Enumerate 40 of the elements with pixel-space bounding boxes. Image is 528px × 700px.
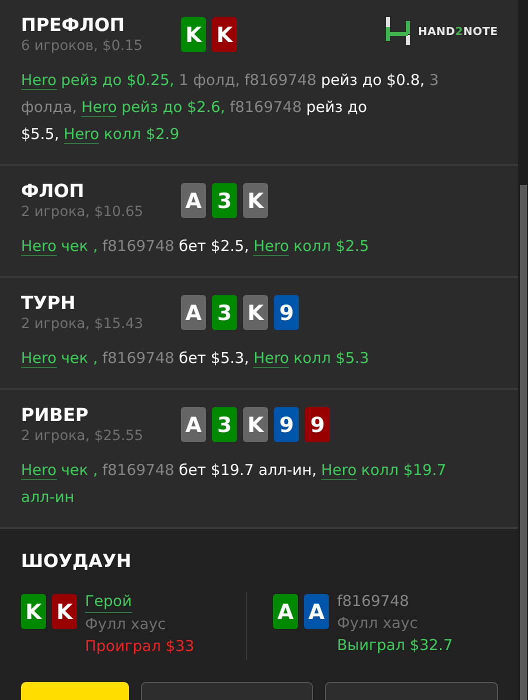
logo-icon: [386, 17, 410, 45]
result-text: Проиграл $33: [85, 636, 194, 657]
playing-card: A: [304, 594, 329, 629]
pot-info: 6 игроков, $0.15: [21, 37, 144, 55]
playing-card: A: [181, 295, 206, 330]
action-log: Hero рейз до $0.25, 1 фолд, f8169748 рейз до $0.8, 3 фолда, Hero рейз до $2.6, f8169748 рейз до $5.5, Hero колл $2.9: [21, 70, 440, 146]
playing-card: K: [243, 407, 268, 442]
playing-card: 9: [274, 295, 299, 330]
street-title: РИВЕР: [21, 405, 90, 427]
street-title: ТУРН: [21, 293, 76, 315]
logo-text: HAND2NOTE: [418, 24, 498, 38]
playing-card: K: [52, 594, 77, 629]
playing-card: K: [243, 295, 268, 330]
result-text: Выиграл $32.7: [336, 635, 453, 656]
action-log: Hero чек , f8169748 бет $5.3, Hero колл $5.3: [21, 348, 370, 370]
playing-card: A: [181, 407, 206, 442]
scrollbar-thumb[interactable]: [520, 185, 527, 700]
player-name[interactable]: Герой: [85, 590, 132, 613]
playing-card: 3: [212, 407, 237, 442]
playing-card: 9: [274, 407, 299, 442]
playing-card: K: [181, 17, 206, 52]
playing-card: 3: [212, 295, 237, 330]
pot-info: 2 игрока, $15.43: [21, 315, 144, 333]
playing-card: K: [21, 594, 46, 629]
hand-rank: Фулл хаус: [85, 614, 167, 635]
playing-card: K: [212, 17, 237, 52]
showdown-title: ШОУДАУН: [21, 551, 132, 572]
playing-card: 3: [212, 183, 237, 218]
pot-info: 2 игрока, $10.65: [21, 203, 144, 221]
playing-card: A: [272, 594, 298, 629]
player-name: f8169748: [336, 591, 410, 612]
playing-card: 9: [305, 407, 330, 442]
hand-rank: Фулл хаус: [336, 613, 419, 634]
playing-card: K: [243, 183, 268, 218]
action-log: Hero чек , f8169748 бет $2.5, Hero колл $2.5: [21, 236, 370, 258]
pot-info: 2 игрока, $25.55: [21, 427, 144, 445]
action-log: Hero чек , f8169748 бет $19.7 алл-ин, Hero колл $19.7 алл-ин: [21, 460, 448, 508]
street-title: ПРЕФЛОП: [21, 15, 126, 37]
playing-card: A: [181, 183, 206, 218]
street-title: ФЛОП: [21, 181, 86, 203]
